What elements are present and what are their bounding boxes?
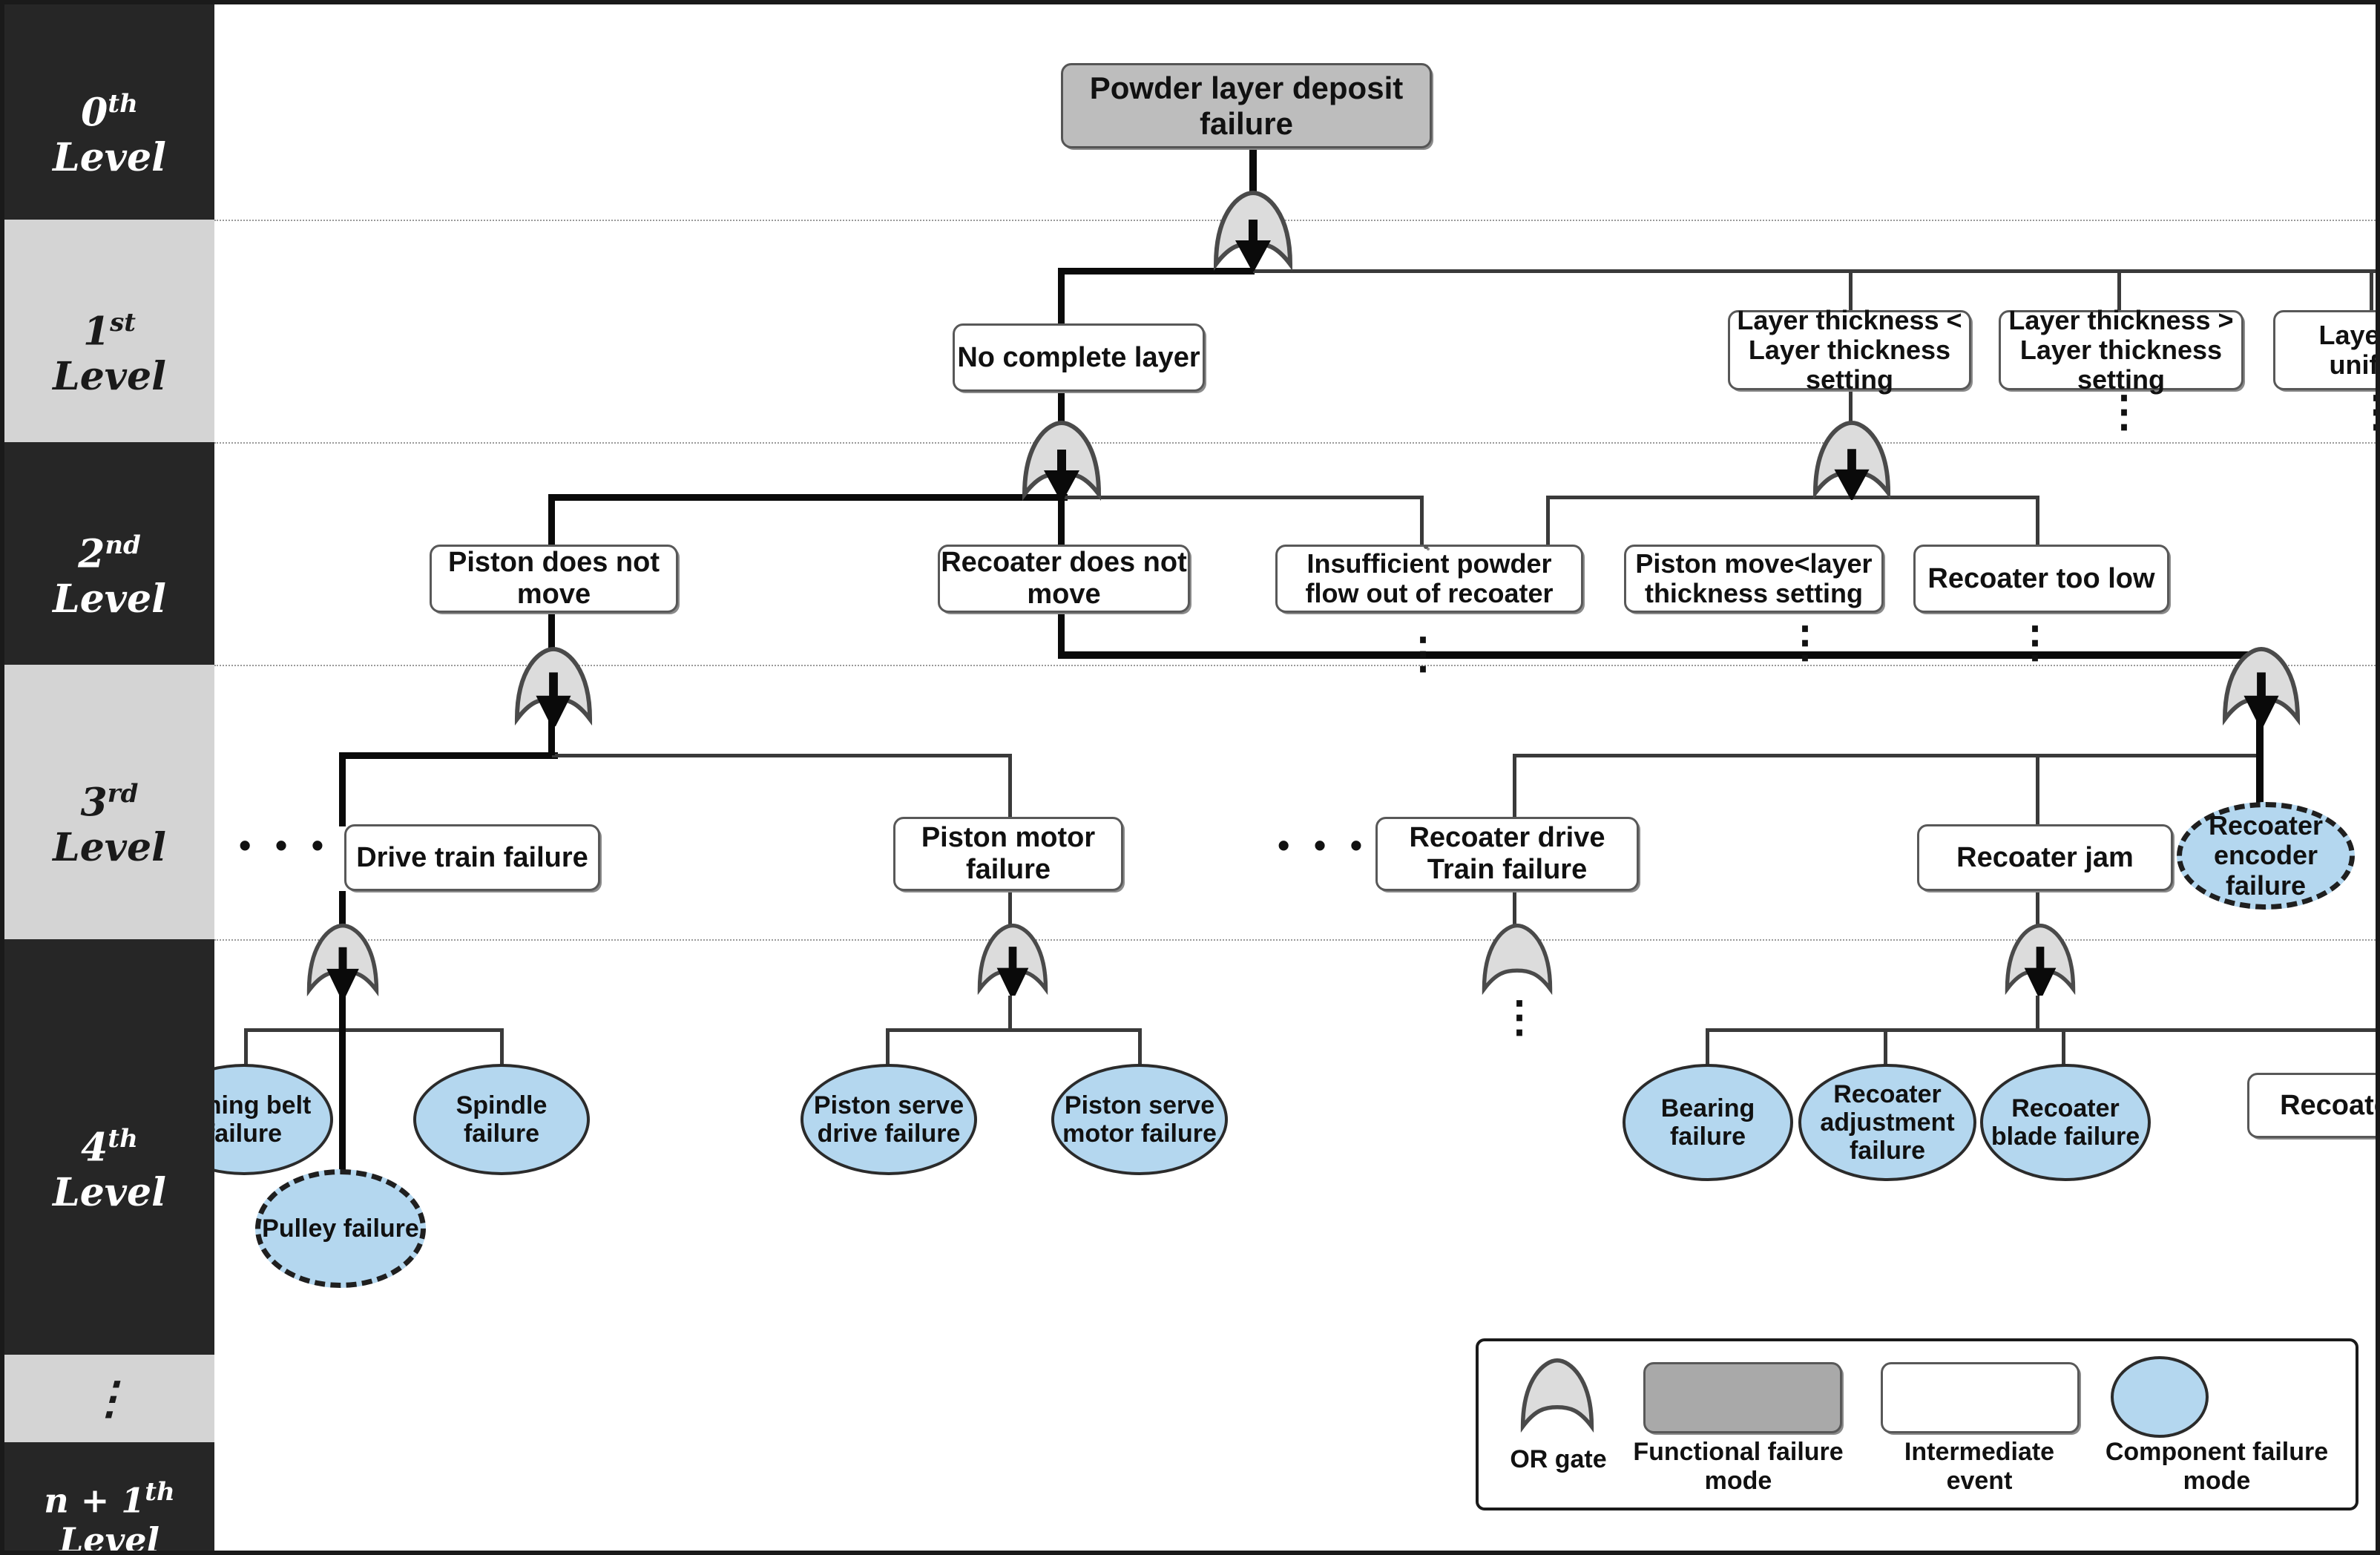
node-bearing-failure[interactable]: Bearing failure [1623,1064,1793,1181]
or-gate-recoater-drive-train [1477,923,1557,996]
level-label-n1: n + 1th Level [44,1476,175,1555]
legend-label-component-failure-mode: Component failure mode [2105,1438,2329,1496]
node-pulley-failure[interactable]: Pulley failure [255,1169,426,1288]
legend-functional-failure-icon [1643,1362,1842,1433]
node-spindle-failure[interactable]: Spindle failure [413,1064,590,1175]
level-band-2: 2nd Level [4,442,214,665]
root-node-label: Powder layer deposit failure [1089,70,1404,141]
legend-label-or-gate: OR gate [1510,1445,1607,1473]
ellipsis-under-thickness-greater: ⋮ [2103,387,2146,435]
stub-recoater-jam-gate [2036,996,2039,1031]
level-label-1: 1st Level [53,307,166,400]
stub-piston-motor-gate [1008,996,1012,1031]
ellipsis-left-of-recoater-drive-train: • • • [1278,826,1370,864]
drop-insufficient-powder [1420,496,1424,548]
drop-recoater-jam [2036,754,2039,826]
node-drive-train-failure[interactable]: Drive train failure [344,824,600,891]
drop-recoater-too-low [2036,496,2039,548]
ellipsis-under-insufficient-powder: ⋮ [1401,629,1444,677]
drop-recoater-drive-train [1513,754,1516,826]
ellipsis-left-of-drive-train: • • • [239,826,331,864]
diagram-canvas: No complete layer Layer thickness < Laye… [155,4,2376,1551]
node-recoater-blade-failure[interactable]: Recoater blade failure [1980,1064,2151,1181]
drop-piston-move-less [1546,496,1550,548]
node-no-complete-layer[interactable]: No complete layer [953,323,1205,392]
ellipsis-under-recoater-drive-train-gate: ⋮ [1498,993,1541,1041]
node-piston-move-less-than-setting[interactable]: Piston move<layer thickness setting [1624,545,1884,613]
or-gate-root [1209,190,1298,273]
drop-recoater-no-move [1058,494,1065,548]
level-band-1: 1st Level [4,220,214,442]
node-piston-serve-motor-failure[interactable]: Piston serve motor failure [1051,1064,1228,1175]
bus-level2-left-extend [1060,496,1424,499]
bus-level2-right [1546,496,2039,499]
ellipsis-under-piston-move-less: ⋮ [1784,618,1827,666]
edge-recoater-nomove-right [1058,651,2264,659]
or-gate-recoater-branch [2218,646,2305,731]
node-piston-does-not-move[interactable]: Piston does not move [430,545,678,613]
level-band-4: 4th Level [4,939,214,1355]
node-powder-layer-deposit-failure[interactable]: Powder layer deposit failure [1061,63,1432,148]
node-recoater-encoder-failure[interactable]: Recoater encoder failure [2177,802,2355,910]
edge-recoater-nomove-down [1058,613,1065,657]
drop-piston-motor [1008,754,1012,826]
legend-intermediate-event-icon [1881,1362,2080,1433]
or-gate-no-complete-layer [1017,420,1106,503]
edge-root-to-gate0 [1249,150,1257,193]
drop-no-complete-layer [1058,268,1065,329]
node-layer-thickness-less[interactable]: Layer thickness < Layer thickness settin… [1728,305,1971,395]
node-recoater-adjustment-failure[interactable]: Recoater adjustment failure [1798,1064,1976,1181]
or-gate-layer-thickness-less [1808,420,1896,502]
node-layer-not-uniform[interactable]: Layer not uniform [2273,310,2376,390]
drop-drive-train [339,752,346,826]
bus-level4-piston-motor [886,1028,1142,1032]
legend-label-functional-failure-mode: Functional failure mode [1633,1438,1844,1496]
node-piston-motor-failure[interactable]: Piston motor failure [893,817,1123,891]
or-gate-drive-train [302,923,384,1003]
bus-level4-drive-train [244,1028,504,1032]
node-layer-thickness-greater[interactable]: Layer thickness > Layer thickness settin… [1999,305,2243,395]
node-recoater-drive-train-failure[interactable]: Recoater drive Train failure [1375,817,1639,891]
level-sidebar: 0th Level 1st Level 2nd Level 3rd Level 4th L… [4,4,214,1551]
bus-level4-recoater-jam [1706,1028,2376,1032]
fault-tree-figure: 0th Level 1st Level 2nd Level 3rd Level 4th L… [0,0,2380,1555]
bus-level3-right [1513,754,2262,757]
legend-or-gate-icon [1516,1358,1599,1433]
node-recoater-too-low[interactable]: Recoater too low [1913,545,2169,613]
or-gate-piston-motor [973,923,1053,1002]
level-band-n1: n + 1th Level [4,1442,214,1551]
legend-component-failure-icon [2111,1356,2209,1438]
bus-level1-right [1253,269,2376,273]
or-gate-recoater-jam [2000,923,2080,1002]
node-recoater-does-not-move[interactable]: Recoater does not move [938,545,1190,613]
node-insufficient-powder-flow[interactable]: Insufficient powder flow out of recoater [1275,545,1583,613]
level-band-3: 3rd Level [4,665,214,939]
bus-level3-left-extend [552,754,1012,757]
or-gate-piston-does-not-move [510,646,597,731]
level-label-2: 2nd Level [53,530,166,622]
ellipsis-under-not-uniform: ⋮ [2355,389,2376,433]
level-label-0: 0th Level [53,88,166,181]
node-recoater-jam[interactable]: Recoater jam [1917,824,2173,891]
legend-label-intermediate-event: Intermediate event [1904,1438,2055,1496]
node-recoater-blocked[interactable]: Recoater blocked [2247,1073,2376,1138]
legend-box: OR gate Functional failure mode Intermed… [1476,1338,2358,1510]
spacer-level2 [1424,545,1428,549]
drop-piston-no-move [548,494,555,548]
level-band-0: 0th Level [4,4,214,220]
level-label-3: 3rd Level [53,778,166,871]
level-label-gap: ⋮ [87,1372,132,1424]
band-divider-2 [214,442,2376,444]
node-piston-serve-drive-failure[interactable]: Piston serve drive failure [801,1064,977,1175]
level-label-4: 4th Level [53,1123,166,1216]
bus-level3-left [339,752,558,759]
bus-level2-left [548,494,1068,501]
level-band-gap: ⋮ [4,1355,214,1442]
ellipsis-under-recoater-too-low: ⋮ [2014,618,2057,666]
